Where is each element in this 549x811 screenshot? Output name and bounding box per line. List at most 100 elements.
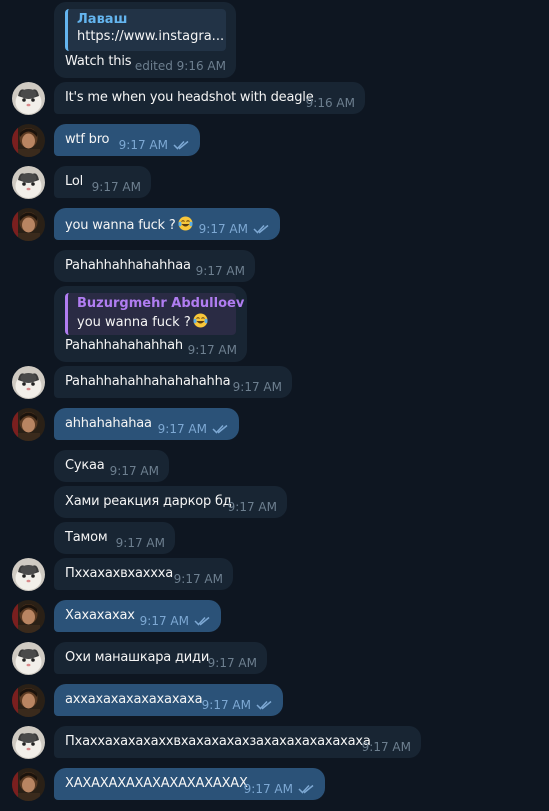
cat-avatar[interactable] xyxy=(12,558,45,591)
message-bubble[interactable]: Охи манашкара диди 9:17 AM xyxy=(54,642,267,674)
message-bubble[interactable]: Pahahhahahhahahahahha 9:17 AM xyxy=(54,366,292,398)
reply-preview[interactable]: Лаваш https://www.instagra... xyxy=(65,9,226,51)
message-meta: 9:17 AM xyxy=(188,343,237,357)
message-bubble[interactable]: Лаваш https://www.instagra... Watch this… xyxy=(54,2,236,78)
reply-preview[interactable]: Buzurgmehr Abdulloev you wanna fuck ? xyxy=(65,293,245,335)
message-time: 9:17 AM xyxy=(157,422,207,436)
cat-avatar[interactable] xyxy=(12,82,45,115)
message-bubble[interactable]: It's me when you headshot with deagle 9:… xyxy=(54,82,365,114)
double-check-icon xyxy=(173,140,190,150)
message-time: 9:17 AM xyxy=(139,614,189,628)
cat-avatar[interactable] xyxy=(12,726,45,759)
reply-author: Buzurgmehr Abdulloev xyxy=(77,296,245,311)
message-bubble[interactable]: Сукаа 9:17 AM xyxy=(54,450,169,482)
double-check-icon xyxy=(253,224,270,234)
message-bubble[interactable]: ahhahahahaa 9:17 AM xyxy=(54,408,239,440)
message-text: Охи манашкара диди xyxy=(65,650,210,665)
reply-author: Лаваш xyxy=(77,12,128,27)
message-text: It's me when you headshot with deagle xyxy=(65,90,314,105)
message-time: 9:17 AM xyxy=(91,180,141,194)
message-meta: 9:17 AM xyxy=(174,572,223,586)
message-text: Хами реакция даркор бд xyxy=(65,494,232,509)
message-time: 9:17 AM xyxy=(173,572,223,586)
message-time: 9:17 AM xyxy=(227,500,277,514)
message-text: аххахахахахахахаха xyxy=(65,692,203,707)
message-text: Сукаа xyxy=(65,458,105,473)
message-time: 9:16 AM xyxy=(305,96,355,110)
message-bubble[interactable]: аххахахахахахахаха 9:17 AM xyxy=(54,684,283,716)
message-meta: 9:17 AM xyxy=(199,222,270,236)
user-avatar[interactable] xyxy=(12,408,45,441)
message-text: ahhahahahaa xyxy=(65,416,152,431)
reply-text-content: you wanna fuck ? xyxy=(77,315,191,330)
reply-text: https://www.instagra... xyxy=(77,29,225,44)
message-meta: 9:17 AM xyxy=(233,380,282,394)
message-time: 9:17 AM xyxy=(361,740,411,754)
message-meta: 9:17 AM xyxy=(362,740,411,754)
message-bubble[interactable]: Пхxахахвхахххa 9:17 AM xyxy=(54,558,233,590)
message-bubble[interactable]: Хами реакция даркор бд 9:17 AM xyxy=(54,486,287,518)
message-meta: 9:17 AM xyxy=(208,656,257,670)
message-text: Pahahhahahahhah xyxy=(65,338,183,353)
message-meta: 9:17 AM xyxy=(228,500,277,514)
message-bubble[interactable]: Хахахахах 9:17 AM xyxy=(54,600,221,632)
message-text: Watch this xyxy=(65,54,132,69)
cat-avatar[interactable] xyxy=(12,366,45,399)
message-meta: 9:17 AM xyxy=(110,464,159,478)
user-avatar[interactable] xyxy=(12,208,45,241)
reply-text: you wanna fuck ? xyxy=(77,313,226,330)
message-text: Pahahhahahhahahahahha xyxy=(65,374,231,389)
message-meta: 9:17 AM xyxy=(119,138,190,152)
message-meta: 9:17 AM xyxy=(158,422,229,436)
double-check-icon xyxy=(298,784,315,794)
message-bubble[interactable]: Buzurgmehr Abdulloev you wanna fuck ? Pa… xyxy=(54,286,247,362)
message-text: Пхxахахвхахххa xyxy=(65,566,174,581)
message-bubble[interactable]: Lol 9:17 AM xyxy=(54,166,151,198)
message-time: edited 9:16 AM xyxy=(134,59,226,73)
laughing-crying-emoji-icon xyxy=(178,216,193,231)
message-bubble[interactable]: Pahahhahhahahhaa 9:17 AM xyxy=(54,250,255,282)
message-text-content: you wanna fuck ? xyxy=(65,218,176,233)
chat-history[interactable]: Лаваш https://www.instagra... Watch this… xyxy=(0,0,549,811)
message-meta: 9:17 AM xyxy=(92,180,141,194)
message-text: Тамом xyxy=(65,530,108,545)
message-bubble[interactable]: you wanna fuck ? 9:17 AM xyxy=(54,208,280,240)
message-bubble[interactable]: ХАХАХАХАХАХАХАХАХАХАХ 9:17 AM xyxy=(54,768,325,800)
message-meta: 9:17 AM xyxy=(244,782,315,796)
user-avatar[interactable] xyxy=(12,684,45,717)
laughing-crying-emoji-icon xyxy=(193,313,208,328)
message-meta: edited 9:16 AM xyxy=(135,59,226,73)
double-check-icon xyxy=(212,424,229,434)
message-meta: 9:17 AM xyxy=(116,536,165,550)
message-text: ХАХАХАХАХАХАХАХАХАХАХ xyxy=(65,776,248,791)
message-time: 9:17 AM xyxy=(118,138,168,152)
message-meta: 9:17 AM xyxy=(196,264,245,278)
message-bubble[interactable]: Пхаххахахахаххвхахахахахзахахахахахахаха… xyxy=(54,726,421,758)
message-meta: 9:17 AM xyxy=(140,614,211,628)
message-bubble[interactable]: wtf bro 9:17 AM xyxy=(54,124,200,156)
message-time: 9:17 AM xyxy=(232,380,282,394)
message-time: 9:17 AM xyxy=(201,698,251,712)
message-time: 9:17 AM xyxy=(187,343,237,357)
message-time: 9:17 AM xyxy=(198,222,248,236)
message-time: 9:17 AM xyxy=(243,782,293,796)
message-text: Пхаххахахахаххвхахахахахзахахахахахахаха xyxy=(65,734,371,749)
message-time: 9:17 AM xyxy=(207,656,257,670)
message-time: 9:17 AM xyxy=(195,264,245,278)
message-text: Хахахахах xyxy=(65,608,135,623)
user-avatar[interactable] xyxy=(12,124,45,157)
user-avatar[interactable] xyxy=(12,600,45,633)
message-time: 9:17 AM xyxy=(115,536,165,550)
cat-avatar[interactable] xyxy=(12,642,45,675)
message-text: Pahahhahhahahhaa xyxy=(65,258,191,273)
message-text: you wanna fuck ? xyxy=(65,216,193,233)
message-text: Lol xyxy=(65,174,83,189)
message-meta: 9:16 AM xyxy=(306,96,355,110)
cat-avatar[interactable] xyxy=(12,166,45,199)
message-meta: 9:17 AM xyxy=(202,698,273,712)
double-check-icon xyxy=(256,700,273,710)
message-time: 9:17 AM xyxy=(109,464,159,478)
user-avatar[interactable] xyxy=(12,768,45,801)
message-bubble[interactable]: Тамом 9:17 AM xyxy=(54,522,175,554)
message-text: wtf bro xyxy=(65,132,110,147)
